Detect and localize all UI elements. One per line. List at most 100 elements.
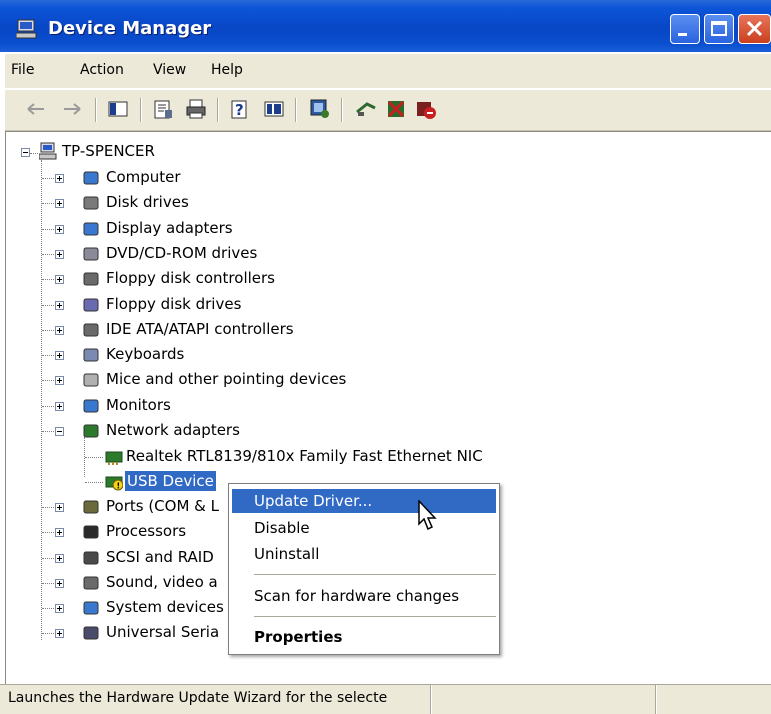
toolbar-separator (95, 98, 97, 122)
ports-expand-toggle[interactable] (55, 502, 64, 512)
network-adapters-icon (83, 424, 99, 438)
ide-ata-atapi-controllers-expand-toggle[interactable] (55, 325, 64, 335)
usb-device-warning-icon: ! (105, 476, 123, 491)
close-button[interactable] (738, 14, 771, 44)
menu-properties[interactable]: Properties (232, 625, 496, 649)
ide-ata-atapi-controllers-icon (83, 323, 99, 337)
menu-separator (254, 616, 496, 617)
mice-pointing-devices-expand-toggle[interactable] (55, 376, 64, 386)
print-icon[interactable] (185, 98, 207, 120)
tree-item-keyboards[interactable]: Keyboards (106, 344, 184, 364)
tree-item-realtek-nic[interactable]: Realtek RTL8139/810x Family Fast Etherne… (126, 446, 483, 466)
help-icon[interactable]: ? (229, 98, 251, 120)
menu-update-driver[interactable]: Update Driver... (232, 489, 496, 513)
tree-guide-line (42, 532, 54, 534)
menu-action[interactable]: Action (80, 62, 124, 78)
tree-item-processors[interactable]: Processors (106, 521, 186, 541)
tree-item-universal-serial-bus[interactable]: Universal Seria (106, 622, 219, 642)
tree-guide-line (85, 482, 103, 483)
menu-help[interactable]: Help (211, 62, 243, 78)
network-adapter-icon (105, 451, 123, 465)
tree-item-ide-ata-atapi-controllers[interactable]: IDE ATA/ATAPI controllers (106, 319, 294, 339)
menu-file[interactable]: File (11, 62, 34, 78)
show-hide-tree-icon[interactable] (107, 98, 129, 120)
tree-guide-line (42, 279, 54, 281)
menu-disable[interactable]: Disable (232, 516, 496, 540)
computer-expand-toggle[interactable] (55, 174, 64, 183)
menu-scan-hardware[interactable]: Scan for hardware changes (232, 584, 496, 608)
monitors-expand-toggle[interactable] (55, 401, 64, 411)
universal-serial-bus-expand-toggle[interactable] (55, 629, 64, 639)
menu-view[interactable]: View (153, 62, 186, 78)
tree-item-dvd-cdrom-drives[interactable]: DVD/CD-ROM drives (106, 243, 257, 263)
tree-guide-line (42, 405, 54, 407)
uninstall-device-icon[interactable] (415, 98, 437, 120)
dvd-cdrom-drives-expand-toggle[interactable] (55, 249, 64, 259)
root-collapse-toggle[interactable] (21, 148, 30, 157)
properties-icon[interactable] (152, 98, 174, 120)
processors-expand-toggle[interactable] (55, 528, 64, 538)
forward-arrow-icon[interactable] (61, 98, 83, 120)
maximize-button[interactable] (704, 14, 734, 44)
system-devices-icon (83, 601, 99, 615)
sound-video-icon (83, 576, 99, 590)
tree-guide-line (42, 431, 54, 432)
tree-item-mice-pointing-devices[interactable]: Mice and other pointing devices (106, 369, 346, 389)
tree-item-scsi-raid[interactable]: SCSI and RAID (106, 547, 214, 567)
toolbar-separator (140, 98, 142, 122)
tree-root-label[interactable]: TP-SPENCER (62, 141, 155, 161)
disk-drives-expand-toggle[interactable] (55, 199, 64, 209)
tree-item-disk-drives[interactable]: Disk drives (106, 192, 189, 212)
sound-video-expand-toggle[interactable] (55, 578, 64, 588)
computer-icon (83, 171, 99, 185)
tree-item-monitors[interactable]: Monitors (106, 395, 171, 415)
tree-item-network-adapters[interactable]: Network adapters (106, 420, 240, 440)
minimize-button[interactable] (670, 14, 700, 44)
menu-uninstall[interactable]: Uninstall (232, 542, 496, 566)
view-icon[interactable] (263, 98, 285, 120)
tree-guide-line (42, 380, 54, 382)
tree-guide-line (42, 228, 54, 230)
tree-item-sound-video[interactable]: Sound, video a (106, 572, 218, 592)
tree-guide-line (41, 160, 42, 640)
tree-item-display-adapters[interactable]: Display adapters (106, 218, 233, 238)
tree-guide-line (42, 355, 54, 357)
tree-guide-line (42, 304, 54, 306)
context-menu: Update Driver... Disable Uninstall Scan … (228, 483, 500, 655)
floppy-disk-drives-expand-toggle[interactable] (55, 300, 64, 310)
mice-pointing-devices-icon (83, 373, 99, 387)
disable-device-icon[interactable] (385, 98, 407, 120)
window-title: Device Manager (48, 18, 212, 39)
system-devices-expand-toggle[interactable] (55, 604, 64, 614)
tree-item-usb-device[interactable]: USB Device (125, 471, 216, 491)
tree-item-ports[interactable]: Ports (COM & L (106, 496, 219, 516)
display-adapters-icon (83, 222, 99, 236)
status-bar: Launches the Hardware Update Wizard for … (0, 684, 771, 714)
network-adapters-expand-toggle[interactable] (55, 427, 64, 436)
floppy-disk-controllers-expand-toggle[interactable] (55, 275, 64, 285)
status-text: Launches the Hardware Update Wizard for … (8, 690, 388, 706)
back-arrow-icon[interactable] (25, 98, 47, 120)
tree-item-floppy-disk-drives[interactable]: Floppy disk drives (106, 294, 241, 314)
status-divider (430, 685, 432, 714)
tree-item-computer[interactable]: Computer (106, 167, 181, 187)
tree-guide-line (42, 178, 54, 179)
tree-item-floppy-disk-controllers[interactable]: Floppy disk controllers (106, 268, 275, 288)
toolbar-separator (341, 98, 343, 122)
display-adapters-expand-toggle[interactable] (55, 224, 64, 234)
keyboards-expand-toggle[interactable] (55, 351, 64, 361)
tree-guide-line (42, 253, 54, 255)
tree-guide-line (42, 582, 54, 584)
device-manager-icon (16, 19, 37, 39)
tree-item-system-devices[interactable]: System devices (106, 597, 224, 617)
title-bar[interactable]: Device Manager (0, 0, 771, 52)
menu-separator (254, 574, 496, 575)
update-driver-icon[interactable] (355, 98, 377, 120)
tree-guide-line (42, 557, 54, 559)
disk-drives-icon (83, 196, 99, 210)
scan-hardware-icon[interactable] (309, 98, 331, 120)
computer-root-icon (39, 142, 57, 160)
scsi-raid-expand-toggle[interactable] (55, 553, 64, 563)
status-divider (655, 685, 657, 714)
menu-bar: File Action View Help (5, 54, 771, 88)
